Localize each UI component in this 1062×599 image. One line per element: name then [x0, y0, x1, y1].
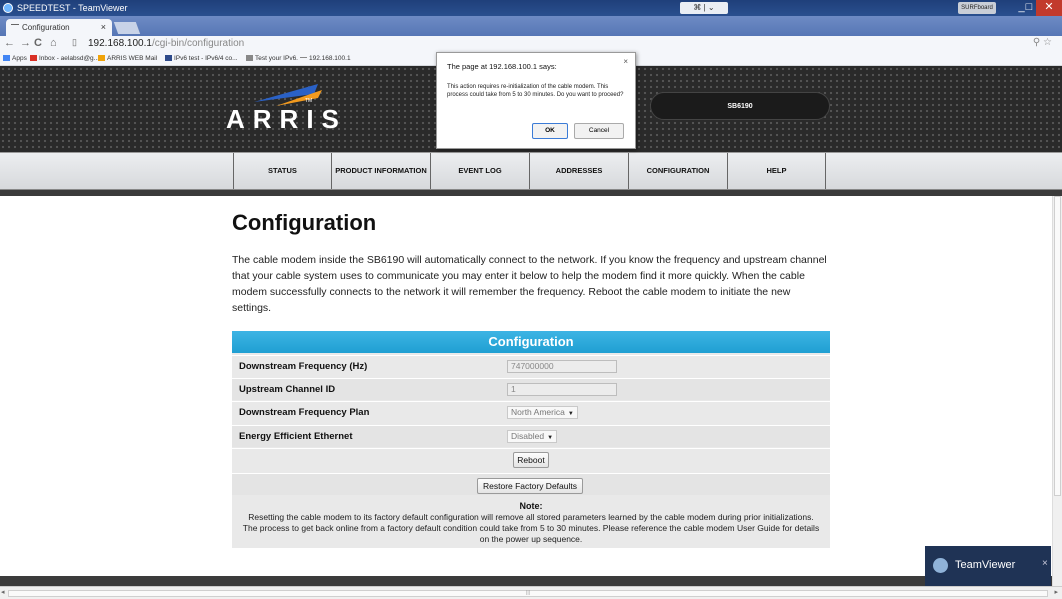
row-downstream-frequency: Downstream Frequency (Hz) 747000000 [232, 355, 830, 377]
url-host: 192.168.100.1 [88, 38, 152, 49]
bookmark-label: Inbox - aelabsd@g... [39, 55, 100, 62]
bookmark-label: Test your IPv6. [255, 55, 298, 62]
nav-event-log[interactable]: EVENT LOG [430, 153, 529, 189]
bookmark-modem[interactable]: 192.168.100.1 [300, 55, 351, 62]
trademark-mark: TM [305, 98, 313, 104]
frequency-plan-label: Downstream Frequency Plan [239, 407, 370, 418]
nav-help[interactable]: HELP [727, 153, 826, 189]
scroll-left-icon[interactable]: ◂ [1, 588, 5, 596]
bookmark-test-your-ipv6[interactable]: Test your IPv6. [246, 55, 298, 62]
bookmark-ipv6-test[interactable]: IPv6 test - IPv6/4 co... [165, 55, 238, 62]
nav-configuration[interactable]: CONFIGURATION [628, 153, 727, 189]
horizontal-scrollbar[interactable]: ◂ ||| ▸ [0, 586, 1062, 599]
mail-icon [98, 55, 105, 61]
scroll-right-icon[interactable]: ▸ [1054, 588, 1058, 596]
vertical-scrollbar[interactable] [1052, 196, 1062, 586]
header-divider [0, 190, 1062, 196]
main-nav: STATUS PRODUCT INFORMATION EVENT LOG ADD… [0, 152, 1062, 190]
ipv6-icon [165, 55, 172, 61]
address-bar[interactable]: 192.168.100.1/cgi-bin/configuration [88, 38, 244, 49]
horizontal-scroll-thumb[interactable]: ||| [8, 590, 1048, 597]
row-energy-efficient-ethernet: Energy Efficient Ethernet Disabled ▼ [232, 425, 830, 447]
confirm-dialog: The page at 192.168.100.1 says: × This a… [436, 52, 636, 149]
row-reboot: Reboot [232, 448, 830, 470]
url-path: /cgi-bin/configuration [151, 38, 245, 49]
restore-factory-defaults-button[interactable]: Restore Factory Defaults [477, 478, 583, 494]
dialog-close-icon[interactable]: × [623, 57, 628, 66]
gmail-icon [30, 55, 37, 61]
dialog-title: The page at 192.168.100.1 says: [447, 62, 557, 71]
page-icon: ▯ [72, 37, 77, 47]
browser-toolbar: ← → C ⌂ ▯ 192.168.100.1/cgi-bin/configur… [0, 36, 1062, 52]
row-frequency-plan: Downstream Frequency Plan North America ▼ [232, 401, 830, 423]
window-title: SPEEDTEST - TeamViewer [17, 3, 128, 13]
ok-button[interactable]: OK [532, 123, 568, 139]
intro-text: The cable modem inside the SB6190 will a… [232, 254, 827, 314]
bookmark-label: 192.168.100.1 [309, 55, 351, 62]
downstream-frequency-label: Downstream Frequency (Hz) [239, 361, 368, 372]
bookmark-label: Apps [12, 55, 27, 62]
cancel-button[interactable]: Cancel [574, 123, 624, 139]
frequency-plan-select[interactable]: North America ▼ [507, 406, 578, 419]
home-icon[interactable]: ⌂ [50, 37, 57, 49]
session-toolbar-handle[interactable]: ⌘ | ⌄ [680, 2, 728, 14]
bookmark-label: IPv6 test - IPv6/4 co... [174, 55, 238, 62]
note-title: Note: [519, 501, 543, 511]
bookmark-arris-web-mail[interactable]: ARRIS WEB Mail [98, 55, 157, 62]
close-tab-icon[interactable]: × [101, 22, 106, 32]
teamviewer-logo-icon [933, 558, 948, 573]
apps-grid-icon [3, 55, 10, 61]
surfboard-taskbar-button[interactable]: SURFboard [958, 2, 996, 14]
bookmark-inbox[interactable]: Inbox - aelabsd@g... [30, 55, 99, 62]
maximize-button[interactable]: □ [1022, 0, 1036, 16]
frequency-plan-value: North America [511, 407, 565, 417]
nav-addresses[interactable]: ADDRESSES [529, 153, 628, 189]
vertical-scroll-thumb[interactable] [1054, 196, 1061, 496]
footer-band [0, 576, 1062, 586]
dropdown-arrow-icon: ▼ [567, 411, 574, 417]
dropdown-arrow-icon: ▼ [547, 435, 554, 441]
upstream-channel-input[interactable]: 1 [507, 383, 617, 396]
bookmark-label: ARRIS WEB Mail [107, 55, 158, 62]
page-title: Configuration [232, 210, 377, 235]
note-text: Resetting the cable modem to its factory… [242, 512, 820, 544]
panel-header: Configuration [232, 331, 830, 353]
close-icon[interactable]: × [1042, 558, 1048, 569]
page-favicon-icon [11, 24, 19, 28]
nav-product-information[interactable]: PRODUCT INFORMATION [331, 153, 430, 189]
bookmark-star-icon[interactable]: ⚲ ☆ [1033, 37, 1052, 48]
eee-value: Disabled [511, 431, 545, 441]
tab-title: Configuration [22, 23, 70, 32]
teamviewer-name: TeamViewer [955, 559, 1016, 571]
model-badge: SB6190 [650, 92, 830, 120]
close-window-button[interactable]: ✕ [1036, 0, 1062, 16]
row-restore-defaults: Restore Factory Defaults [232, 473, 830, 495]
bookmark-apps[interactable]: Apps [3, 55, 27, 62]
downstream-frequency-input[interactable]: 747000000 [507, 360, 617, 373]
teamviewer-panel[interactable]: TeamViewer × [925, 546, 1051, 586]
teamviewer-icon [3, 3, 13, 13]
arris-logo: ARRIS [226, 104, 347, 134]
reload-icon[interactable]: C [34, 37, 42, 49]
upstream-channel-label: Upstream Channel ID [239, 384, 336, 395]
ipv6-test-icon [246, 55, 253, 61]
new-tab-button[interactable] [113, 22, 141, 34]
row-upstream-channel: Upstream Channel ID 1 [232, 378, 830, 400]
energy-efficient-ethernet-select[interactable]: Disabled ▼ [507, 430, 558, 443]
tab-strip: Configuration × [0, 16, 1062, 36]
reboot-button[interactable]: Reboot [513, 452, 549, 468]
configuration-panel: Configuration Downstream Frequency (Hz) … [232, 331, 830, 548]
energy-efficient-ethernet-label: Energy Efficient Ethernet [239, 431, 353, 442]
nav-status[interactable]: STATUS [233, 153, 331, 189]
forward-icon[interactable]: → [20, 37, 31, 49]
tab-configuration[interactable]: Configuration × [6, 19, 112, 36]
back-icon[interactable]: ← [4, 37, 15, 49]
window-title-bar: SPEEDTEST - TeamViewer ⌘ | ⌄ SURFboard _… [0, 0, 1062, 16]
link-icon [300, 57, 307, 58]
dialog-message: This action requires re-initialization o… [447, 84, 624, 98]
